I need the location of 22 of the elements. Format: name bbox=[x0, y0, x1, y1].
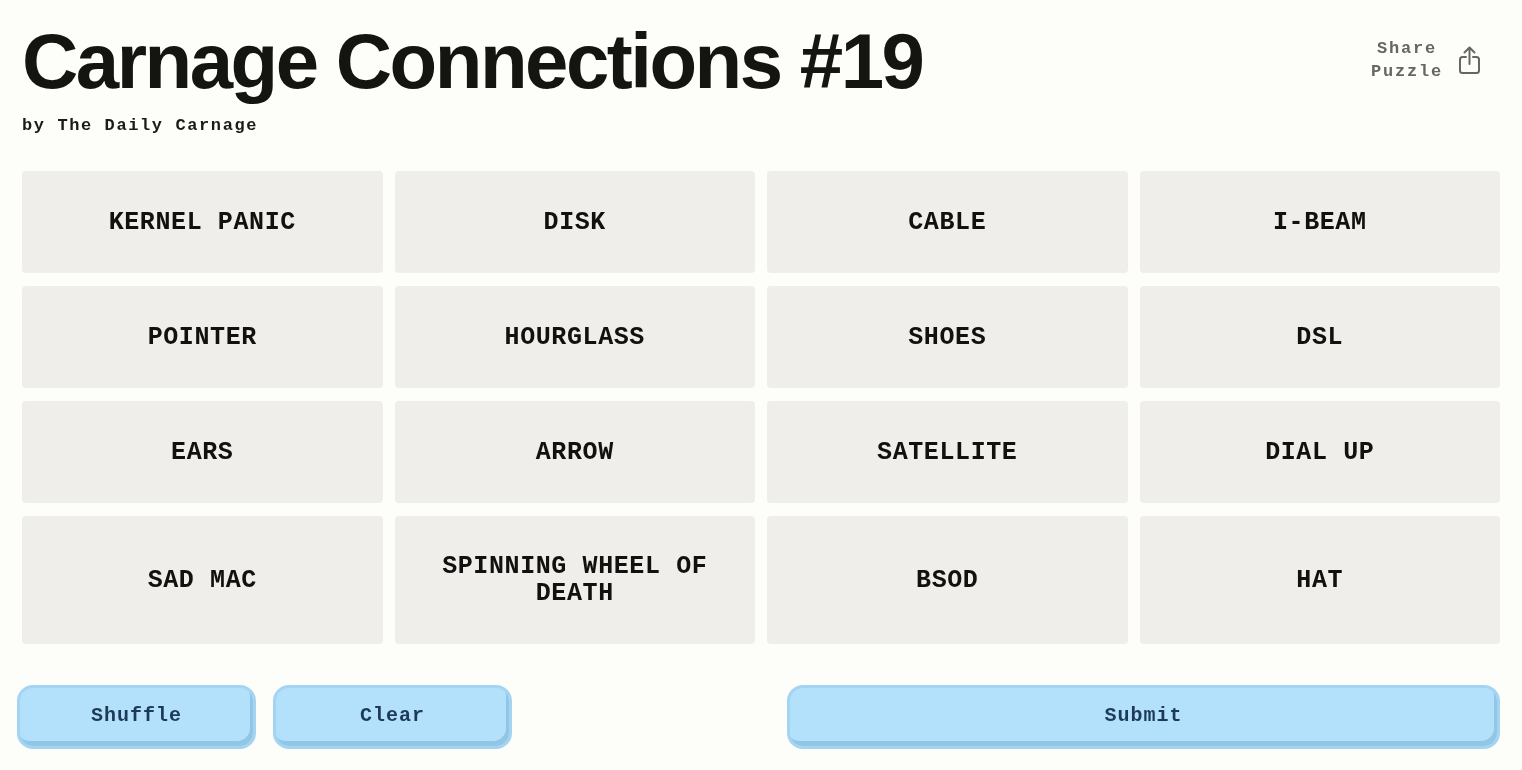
word-tile[interactable]: DISK bbox=[394, 171, 755, 273]
share-button[interactable]: Share Puzzle bbox=[1369, 37, 1480, 83]
word-tile[interactable]: SHOES bbox=[767, 286, 1128, 388]
word-tile[interactable]: EARS bbox=[22, 401, 383, 503]
word-tile[interactable]: DIAL UP bbox=[1139, 401, 1500, 503]
word-tile[interactable]: SPINNING WHEEL OF DEATH bbox=[394, 516, 755, 644]
word-tile[interactable]: HAT bbox=[1139, 516, 1500, 644]
byline: by The Daily Carnage bbox=[22, 116, 259, 135]
action-button[interactable]: Shuffle bbox=[17, 685, 256, 749]
word-tile[interactable]: I-BEAM bbox=[1139, 171, 1500, 273]
word-tile[interactable]: SATELLITE bbox=[767, 401, 1128, 503]
word-tile[interactable]: CABLE bbox=[767, 171, 1128, 273]
share-icon bbox=[1459, 46, 1480, 74]
word-tile[interactable]: DSL bbox=[1139, 286, 1500, 388]
word-tile[interactable]: SAD MAC bbox=[22, 516, 383, 644]
word-tile[interactable]: BSOD bbox=[767, 516, 1128, 644]
word-tile[interactable]: ARROW bbox=[394, 401, 755, 503]
action-button[interactable]: Clear bbox=[273, 685, 512, 749]
word-tile[interactable]: POINTER bbox=[22, 286, 383, 388]
word-tile[interactable]: HOURGLASS bbox=[394, 286, 755, 388]
submit-button[interactable]: Submit bbox=[787, 685, 1500, 749]
word-tile[interactable]: KERNEL PANIC bbox=[22, 171, 383, 273]
